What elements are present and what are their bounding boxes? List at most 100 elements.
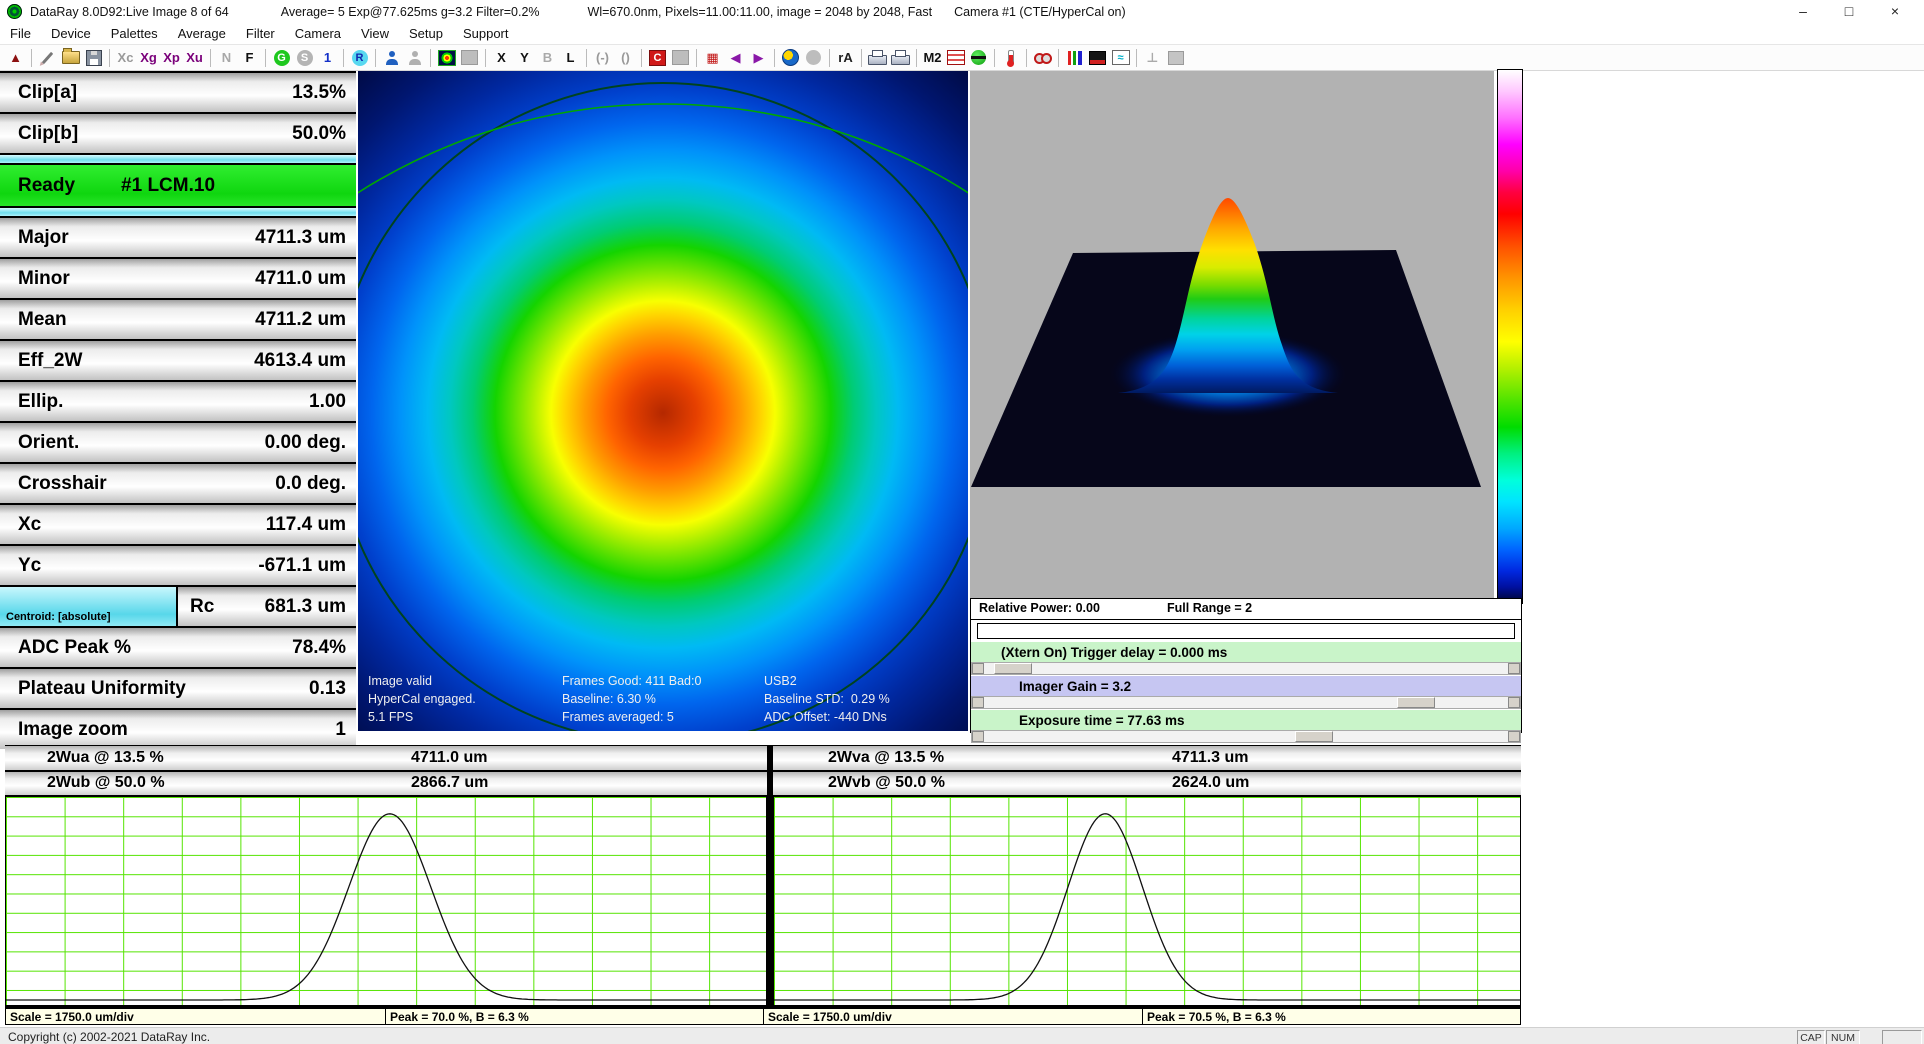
u-profile-graph[interactable] <box>5 796 767 1006</box>
s-button[interactable]: S <box>293 47 316 69</box>
result-row-major[interactable]: Major4711.3 um <box>0 218 356 257</box>
centroid-mode-button[interactable]: Centroid: [absolute] <box>0 587 178 626</box>
ra-button[interactable]: rA <box>834 47 857 69</box>
result-row-mean[interactable]: Mean4711.2 um <box>0 300 356 339</box>
control-slider-0[interactable] <box>971 662 1521 675</box>
one-button[interactable]: 1 <box>316 47 339 69</box>
g-button[interactable]: G <box>270 47 293 69</box>
result-row-eff-2w[interactable]: Eff_2W4613.4 um <box>0 341 356 380</box>
glasses-icon[interactable] <box>1031 47 1054 69</box>
v-profile-header: 2Wva @ 13.5 % 4711.3 um 2Wvb @ 50.0 % 26… <box>773 745 1521 796</box>
close-button[interactable]: × <box>1872 0 1918 23</box>
result-row-clip-a[interactable]: Clip[a]13.5% <box>0 73 356 112</box>
slider-left-button[interactable] <box>972 731 984 742</box>
result-row-image-zoom[interactable]: Image zoom1 <box>0 710 356 749</box>
clip-ellipse-outline <box>358 83 968 731</box>
beam-3d-view[interactable] <box>970 71 1494 598</box>
next-arrow-icon[interactable]: ▶ <box>747 47 770 69</box>
clip-a-value: 13.5% <box>292 82 346 104</box>
result-row-xc[interactable]: Xc117.4 um <box>0 505 356 544</box>
minimize-button[interactable]: – <box>1780 0 1826 23</box>
menu-item-view[interactable]: View <box>351 26 399 41</box>
ellip-value: 1.00 <box>309 391 346 413</box>
n-button[interactable]: N <box>215 47 238 69</box>
b-button[interactable]: B <box>536 47 559 69</box>
results-table-icon[interactable] <box>944 47 967 69</box>
result-row-clip-b[interactable]: Clip[b]50.0% <box>0 114 356 153</box>
result-row-minor[interactable]: Minor4711.0 um <box>0 259 356 298</box>
thermometer-icon[interactable] <box>999 47 1022 69</box>
print-preview-icon[interactable] <box>889 47 912 69</box>
grid-icon[interactable]: ▦ <box>701 47 724 69</box>
save-icon[interactable] <box>82 47 105 69</box>
maximize-button[interactable]: □ <box>1826 0 1872 23</box>
y-axis-button[interactable]: Y <box>513 47 536 69</box>
slider-left-button[interactable] <box>972 697 984 708</box>
disabled-circle-icon[interactable] <box>802 47 825 69</box>
m2-button[interactable]: M2 <box>921 47 944 69</box>
palette-icon[interactable] <box>1086 47 1109 69</box>
up-arrow-icon[interactable]: ▲ <box>4 47 27 69</box>
f-button[interactable]: F <box>238 47 261 69</box>
open-file-icon[interactable] <box>59 47 82 69</box>
network-icon[interactable] <box>779 47 802 69</box>
bracket-button[interactable]: () <box>614 47 637 69</box>
result-row-yc[interactable]: Yc-671.1 um <box>0 546 356 585</box>
slider-thumb[interactable] <box>994 663 1032 674</box>
v-profile-graph[interactable] <box>773 796 1521 1006</box>
sphere-icon[interactable] <box>967 47 990 69</box>
prev-arrow-icon[interactable]: ◀ <box>724 47 747 69</box>
status-ready-row[interactable]: Ready#1 LCM.10 <box>0 165 356 206</box>
toolbar-separator <box>485 49 486 67</box>
result-row-plateau-uniformity[interactable]: Plateau Uniformity0.13 <box>0 669 356 708</box>
menu-item-device[interactable]: Device <box>41 26 101 41</box>
result-row-crosshair[interactable]: Crosshair0.0 deg. <box>0 464 356 503</box>
menu-item-palettes[interactable]: Palettes <box>101 26 168 41</box>
disabled-button-icon[interactable] <box>1164 47 1187 69</box>
control-slider-1[interactable] <box>971 696 1521 709</box>
menu-item-setup[interactable]: Setup <box>399 26 453 41</box>
slider-thumb[interactable] <box>1295 731 1333 742</box>
beam-disabled-icon[interactable] <box>458 47 481 69</box>
clip-xc-button[interactable]: Xc <box>114 47 137 69</box>
clip-b-value: 50.0% <box>292 123 346 145</box>
slider-thumb[interactable] <box>1397 697 1435 708</box>
control-slider-2[interactable] <box>971 730 1521 743</box>
profile-disabled-icon[interactable] <box>403 47 426 69</box>
beam-3d-plot <box>970 71 1494 598</box>
clip-xp-button[interactable]: Xp <box>160 47 183 69</box>
menu-item-average[interactable]: Average <box>168 26 236 41</box>
slider-right-button[interactable] <box>1508 731 1520 742</box>
disabled-square-icon[interactable] <box>669 47 692 69</box>
r-button[interactable]: R <box>348 47 371 69</box>
menu-item-support[interactable]: Support <box>453 26 519 41</box>
toolbar-separator <box>109 49 110 67</box>
menu-item-filter[interactable]: Filter <box>236 26 285 41</box>
clip-xg-button[interactable]: Xg <box>137 47 160 69</box>
centroid-row[interactable]: Centroid: [absolute]Rc681.3 um <box>0 587 356 626</box>
slider-left-button[interactable] <box>972 663 984 674</box>
beam-image-2d[interactable]: Image valid HyperCal engaged. 5.1 FPS Fr… <box>358 71 968 731</box>
rgb-bars-icon[interactable] <box>1063 47 1086 69</box>
edit-pencil-icon[interactable] <box>36 47 59 69</box>
profile-chart-icon[interactable]: ≈ <box>1109 47 1132 69</box>
result-row-orient[interactable]: Orient.0.00 deg. <box>0 423 356 462</box>
print-icon[interactable] <box>866 47 889 69</box>
menu-item-camera[interactable]: Camera <box>285 26 351 41</box>
l-button[interactable]: L <box>559 47 582 69</box>
pin-icon[interactable]: ⊥ <box>1141 47 1164 69</box>
results-table-icon-glyph <box>947 50 965 65</box>
clipboard-c-icon[interactable]: C <box>646 47 669 69</box>
slider-right-button[interactable] <box>1508 663 1520 674</box>
bracket-minus-button[interactable]: (-) <box>591 47 614 69</box>
toolbar-separator <box>861 49 862 67</box>
toolbar-separator <box>1026 49 1027 67</box>
result-row-ellip[interactable]: Ellip.1.00 <box>0 382 356 421</box>
result-row-adc-peak[interactable]: ADC Peak %78.4% <box>0 628 356 667</box>
slider-right-button[interactable] <box>1508 697 1520 708</box>
x-axis-button[interactable]: X <box>490 47 513 69</box>
menu-item-file[interactable]: File <box>0 26 41 41</box>
clip-xu-button[interactable]: Xu <box>183 47 206 69</box>
profile-icon[interactable] <box>380 47 403 69</box>
beam-display-icon[interactable] <box>435 47 458 69</box>
